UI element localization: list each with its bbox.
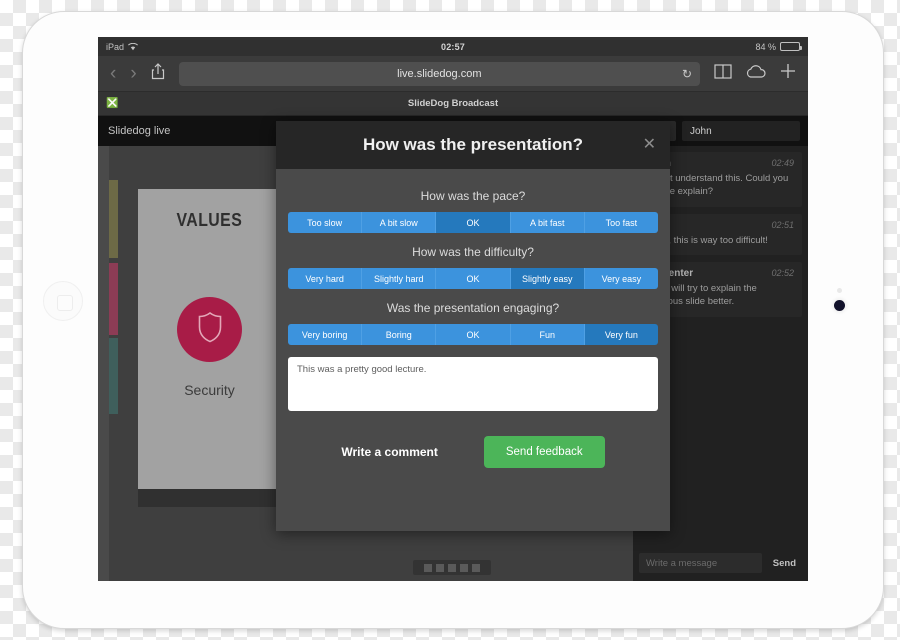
feedback-questions: How was the pace? Too slow A bit slow OK A b… xyxy=(288,189,658,345)
url-text: live.slidedog.com xyxy=(397,67,482,80)
app-brand: Slidedog live xyxy=(108,125,171,137)
page-root: iPad 02:57 84 % ‹ › live.slidedog.com ↻ … xyxy=(0,0,900,640)
option-button[interactable]: Boring xyxy=(362,324,437,345)
chat-message-input[interactable]: Write a message xyxy=(639,553,762,573)
question-label: Was the presentation engaging? xyxy=(386,301,560,315)
url-input[interactable]: live.slidedog.com ↻ xyxy=(178,61,700,86)
send-feedback-button[interactable]: Send feedback xyxy=(483,436,605,468)
share-icon[interactable] xyxy=(151,63,165,84)
option-button[interactable]: Fun xyxy=(510,324,585,345)
option-button[interactable]: Too slow xyxy=(288,212,363,233)
slide-title: VALUES xyxy=(176,210,243,230)
color-strip-teal xyxy=(109,338,118,414)
color-strip-olive xyxy=(109,180,118,258)
option-button[interactable]: Too fast xyxy=(584,212,658,233)
question-label: How was the pace? xyxy=(420,189,526,203)
option-button[interactable]: Very hard xyxy=(288,268,363,289)
tablet-screen: iPad 02:57 84 % ‹ › live.slidedog.com ↻ … xyxy=(98,37,808,581)
pager-dot[interactable] xyxy=(472,563,480,572)
shield-icon xyxy=(196,311,224,348)
pager-dot[interactable] xyxy=(460,563,468,572)
slide-pagination[interactable] xyxy=(413,560,491,575)
app-user-area: 👤 John xyxy=(654,121,800,141)
chevron-left-icon[interactable]: ‹ xyxy=(110,64,116,83)
modal-actions: Write a comment Send feedback xyxy=(288,436,658,468)
current-slide[interactable]: VALUES Security xyxy=(138,189,281,489)
option-button[interactable]: Very fun xyxy=(584,324,658,345)
option-row: Too slow A bit slow OK A bit fast Too fast xyxy=(288,212,658,233)
ios-status-bar: iPad 02:57 84 % xyxy=(98,37,808,56)
chat-timestamp: 02:51 xyxy=(771,219,794,230)
home-button[interactable] xyxy=(43,281,83,321)
option-row: Very boring Boring OK Fun Very fun xyxy=(288,324,658,345)
write-comment-button[interactable]: Write a comment xyxy=(341,445,437,459)
feedback-modal: How was the presentation? ✕ How was the … xyxy=(276,121,670,531)
chat-send-button[interactable]: Send xyxy=(767,558,802,569)
chat-compose: Write a message Send xyxy=(639,553,802,573)
battery-label: 84 % xyxy=(755,41,776,52)
chat-timestamp: 02:49 xyxy=(771,158,794,168)
option-button[interactable]: Very boring xyxy=(288,324,363,345)
option-row: Very hard Slightly hard OK Slightly easy Ver… xyxy=(288,268,658,289)
close-icon[interactable]: ✕ xyxy=(643,134,656,154)
pager-dot[interactable] xyxy=(436,563,444,572)
option-button[interactable]: A bit fast xyxy=(510,212,585,233)
option-button[interactable]: Slightly easy xyxy=(510,268,585,289)
modal-title: How was the presentation? xyxy=(362,135,584,154)
plus-icon[interactable] xyxy=(780,63,796,84)
option-button[interactable]: Very easy xyxy=(584,268,658,289)
browser-toolbar: ‹ › live.slidedog.com ↻ xyxy=(98,56,808,92)
tablet-device: iPad 02:57 84 % ‹ › live.slidedog.com ↻ … xyxy=(22,11,884,629)
option-button[interactable]: OK xyxy=(436,268,511,289)
front-camera xyxy=(834,300,845,311)
status-clock: 02:57 xyxy=(440,41,466,52)
browser-tab-strip: ❎ SlideDog Broadcast xyxy=(98,92,808,116)
close-circle-icon[interactable]: ❎ xyxy=(106,98,118,109)
option-button[interactable]: OK xyxy=(436,212,511,233)
stage-left-rail xyxy=(98,146,109,581)
ambient-sensor xyxy=(837,288,842,293)
status-right: 84 % xyxy=(755,41,802,52)
option-button[interactable]: A bit slow xyxy=(362,212,437,233)
user-name-input[interactable]: John xyxy=(682,121,800,141)
pager-dot[interactable] xyxy=(424,563,432,572)
chat-timestamp: 02:52 xyxy=(771,268,794,279)
battery-icon xyxy=(780,42,802,51)
question-label: How was the difficulty? xyxy=(412,245,534,259)
pager-dot[interactable] xyxy=(448,563,456,572)
book-icon[interactable] xyxy=(714,63,732,84)
option-button[interactable]: OK xyxy=(436,324,511,345)
comment-textarea[interactable]: This was a pretty good lecture. xyxy=(288,357,658,411)
slide-badge xyxy=(177,297,242,362)
slide-caption: Security xyxy=(184,382,235,398)
chevron-right-icon[interactable]: › xyxy=(130,64,136,83)
tab-title[interactable]: SlideDog Broadcast xyxy=(98,98,808,109)
color-strip-crimson xyxy=(109,263,118,335)
reload-icon[interactable]: ↻ xyxy=(682,67,692,81)
cloud-icon[interactable] xyxy=(746,64,766,83)
modal-header: How was the presentation? ✕ xyxy=(276,121,670,169)
modal-body: How was the pace? Too slow A bit slow OK A b… xyxy=(276,169,670,468)
option-button[interactable]: Slightly hard xyxy=(362,268,437,289)
slide-footer-bar xyxy=(138,489,281,507)
